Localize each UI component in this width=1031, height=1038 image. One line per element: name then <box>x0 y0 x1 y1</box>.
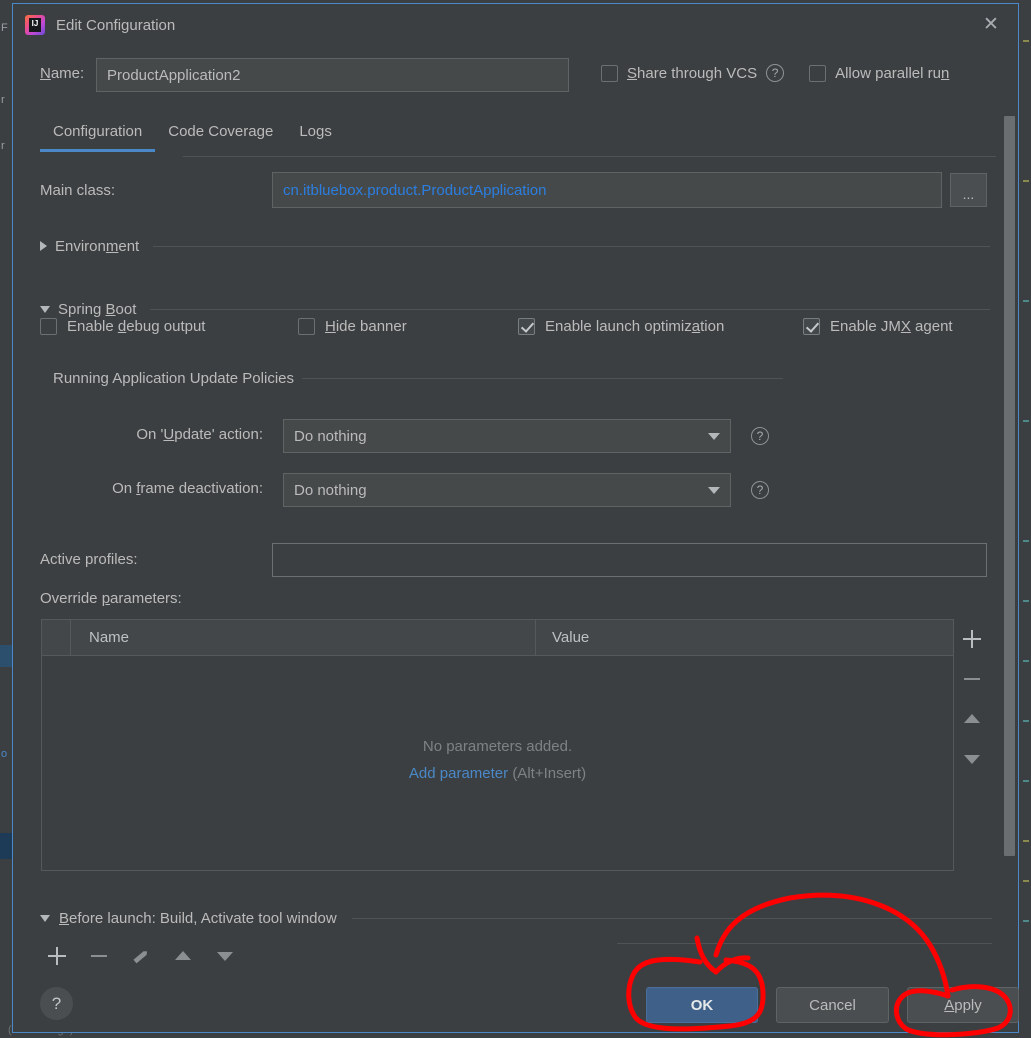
remove-task-icon[interactable] <box>87 944 111 968</box>
environment-label: Environment <box>55 237 140 255</box>
enable-launch-optimization-label: Enable launch optimization <box>545 318 725 335</box>
override-parameters-table: Name Value No parameters added. Add para… <box>41 619 954 871</box>
enable-debug-output-label: Enable debug output <box>67 318 206 335</box>
table-header-row: Name Value <box>42 620 953 656</box>
main-class-browse-button[interactable]: ... <box>950 173 987 207</box>
tab-code-coverage[interactable]: Code Coverage <box>155 112 286 152</box>
allow-parallel-run-label: Allow parallel run <box>835 64 950 82</box>
main-class-input[interactable]: cn.itbluebox.product.ProductApplication <box>272 172 942 208</box>
before-launch-toolbar <box>45 942 237 970</box>
before-launch-section-header[interactable]: Before launch: Build, Activate tool wind… <box>40 907 992 929</box>
tab-bar: Configuration Code Coverage Logs <box>13 112 1018 158</box>
tab-bar-divider <box>183 156 996 157</box>
chevron-down-icon <box>708 486 720 494</box>
active-profiles-row: Active profiles: <box>40 543 990 577</box>
add-parameter-link[interactable]: Add parameter <box>409 765 508 782</box>
ok-button[interactable]: OK <box>646 987 758 1023</box>
edit-configuration-dialog: IJ Edit Configuration ✕ Name: ProductApp… <box>12 3 1019 1033</box>
on-frame-deactivation-row: On frame deactivation: Do nothing ? <box>13 473 963 507</box>
on-update-action-value: Do nothing <box>294 427 367 445</box>
spring-boot-label: Spring Boot <box>58 300 137 318</box>
column-header-value[interactable]: Value <box>536 620 953 655</box>
section-divider <box>351 917 992 919</box>
environment-section-header[interactable]: Environment <box>40 236 990 256</box>
active-profiles-input[interactable] <box>272 543 987 577</box>
enable-jmx-agent-checkbox[interactable] <box>803 318 820 335</box>
name-label: Name: <box>40 65 85 82</box>
footer-divider <box>617 943 992 944</box>
override-parameters-label: Override parameters: <box>40 590 182 607</box>
enable-launch-optimization-checkbox[interactable] <box>518 318 535 335</box>
enable-launch-optimization-option[interactable]: Enable launch optimization <box>518 318 803 335</box>
name-row: Name: ProductApplication2 Share through … <box>13 46 1018 108</box>
on-frame-deactivation-select[interactable]: Do nothing <box>283 473 731 507</box>
name-input[interactable]: ProductApplication2 <box>96 58 569 92</box>
enable-jmx-agent-label: Enable JMX agent <box>830 318 953 335</box>
enable-jmx-agent-option[interactable]: Enable JMX agent <box>803 318 953 335</box>
on-update-action-select[interactable]: Do nothing <box>283 419 731 453</box>
remove-parameter-icon[interactable] <box>960 667 984 691</box>
main-class-label: Main class: <box>40 182 116 199</box>
move-down-icon[interactable] <box>960 747 984 771</box>
background-right-gutter <box>1021 0 1031 1038</box>
add-parameter-shortcut: (Alt+Insert) <box>512 765 587 782</box>
move-down-icon[interactable] <box>213 944 237 968</box>
on-frame-deactivation-help-icon[interactable]: ? <box>751 481 769 499</box>
hide-banner-label: Hide banner <box>325 318 407 335</box>
main-class-row: Main class: cn.itbluebox.product.Product… <box>40 172 990 210</box>
share-vcs-help-icon[interactable]: ? <box>766 64 785 82</box>
add-task-icon[interactable] <box>45 944 69 968</box>
share-through-vcs-label: Share through VCS <box>627 64 758 82</box>
close-icon[interactable]: ✕ <box>978 12 1004 38</box>
on-update-action-help-icon[interactable]: ? <box>751 427 769 445</box>
table-row-handle-column <box>42 620 71 655</box>
dialog-title: Edit Configuration <box>56 16 176 34</box>
update-policies-label: Running Application Update Policies <box>53 369 294 387</box>
top-checkbox-group: Share through VCS ? Allow parallel run <box>601 64 949 82</box>
chevron-down-icon <box>708 432 720 440</box>
intellij-idea-logo-icon: IJ <box>25 15 45 35</box>
screenshot-root: F r r o (xx secs ago) IJ Edit Configurat… <box>0 0 1031 1038</box>
section-divider <box>150 308 990 310</box>
on-frame-deactivation-label: On frame deactivation: <box>112 480 263 497</box>
override-parameters-toolbar <box>954 619 990 879</box>
configuration-panel: Main class: cn.itbluebox.product.Product… <box>13 158 1018 888</box>
apply-button[interactable]: Apply <box>907 987 1019 1023</box>
edit-task-icon[interactable] <box>129 944 153 968</box>
chevron-down-icon <box>40 914 50 922</box>
chevron-down-icon <box>40 305 50 313</box>
on-frame-deactivation-value: Do nothing <box>294 481 367 499</box>
add-parameter-row: Add parameter (Alt+Insert) <box>409 765 586 782</box>
section-divider <box>153 245 990 247</box>
dialog-scrollbar-thumb[interactable] <box>1004 116 1015 856</box>
empty-state-text: No parameters added. <box>422 738 573 755</box>
dialog-titlebar: IJ Edit Configuration ✕ <box>13 4 1018 46</box>
cancel-button[interactable]: Cancel <box>776 987 889 1023</box>
hide-banner-option[interactable]: Hide banner <box>298 318 518 335</box>
share-through-vcs-checkbox[interactable] <box>601 64 618 82</box>
section-divider <box>302 377 783 379</box>
update-policies-section-header: Running Application Update Policies <box>53 368 783 388</box>
spring-boot-section-header[interactable]: Spring Boot <box>40 299 990 319</box>
help-button[interactable]: ? <box>40 987 73 1020</box>
add-parameter-icon[interactable] <box>960 627 984 651</box>
enable-debug-output-checkbox[interactable] <box>40 318 57 335</box>
enable-debug-output-option[interactable]: Enable debug output <box>40 318 298 335</box>
before-launch-label: Before launch: Build, Activate tool wind… <box>59 909 337 927</box>
move-up-icon[interactable] <box>171 944 195 968</box>
chevron-right-icon <box>40 241 47 251</box>
spring-boot-checkbox-group: Enable debug output Hide banner Enable l… <box>40 318 990 335</box>
column-header-name[interactable]: Name <box>71 620 536 655</box>
tab-configuration[interactable]: Configuration <box>40 112 156 152</box>
on-update-action-label: On 'Update' action: <box>136 426 263 443</box>
active-profiles-label: Active profiles: <box>40 551 138 568</box>
on-update-action-row: On 'Update' action: Do nothing ? <box>13 419 963 453</box>
tab-logs[interactable]: Logs <box>286 112 345 152</box>
move-up-icon[interactable] <box>960 707 984 731</box>
allow-parallel-run-checkbox[interactable] <box>809 64 827 82</box>
hide-banner-checkbox[interactable] <box>298 318 315 335</box>
